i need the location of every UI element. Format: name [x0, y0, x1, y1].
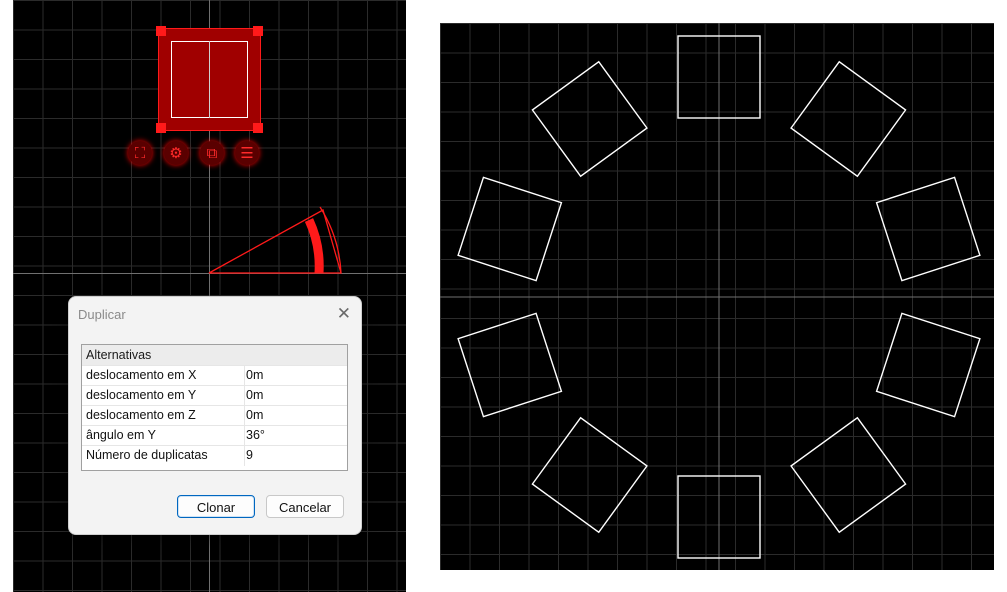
duplicated-square[interactable]	[531, 416, 648, 534]
clone-button[interactable]: Clonar	[177, 495, 255, 518]
column-separator	[244, 386, 245, 406]
duplicated-square[interactable]	[457, 176, 563, 282]
column-separator	[244, 446, 245, 466]
property-name: ângulo em Y	[86, 428, 156, 442]
property-value-input[interactable]: 0m	[246, 388, 263, 402]
property-row[interactable]: deslocamento em X 0m	[82, 365, 347, 386]
column-separator	[244, 406, 245, 426]
property-row[interactable]: Número de duplicatas 9	[82, 445, 347, 466]
column-separator	[244, 366, 245, 386]
cancel-button[interactable]: Cancelar	[266, 495, 344, 518]
dialog-title: Duplicar	[78, 307, 126, 322]
property-value-input[interactable]: 0m	[246, 368, 263, 382]
duplicated-square[interactable]	[875, 312, 981, 418]
duplicates-ring	[440, 23, 994, 570]
property-row[interactable]: deslocamento em Y 0m	[82, 385, 347, 406]
duplicated-square[interactable]	[457, 312, 563, 418]
duplicated-square[interactable]	[875, 176, 981, 282]
duplicate-dialog: Duplicar ✕ Alternativas deslocamento em …	[68, 296, 362, 535]
column-separator	[244, 426, 245, 446]
duplicated-square[interactable]	[790, 416, 907, 534]
property-row[interactable]: ângulo em Y 36°	[82, 425, 347, 446]
property-value-input[interactable]: 36°	[246, 428, 265, 442]
property-row[interactable]: deslocamento em Z 0m	[82, 405, 347, 426]
property-name: Número de duplicatas	[86, 448, 208, 462]
result-viewport[interactable]	[440, 23, 994, 570]
property-value-input[interactable]: 9	[246, 448, 253, 462]
property-value-input[interactable]: 0m	[246, 408, 263, 422]
duplicated-square[interactable]	[790, 60, 907, 178]
property-name: deslocamento em Z	[86, 408, 196, 422]
close-icon[interactable]: ✕	[337, 304, 351, 324]
property-name: deslocamento em X	[86, 368, 197, 382]
property-name: deslocamento em Y	[86, 388, 197, 402]
property-section-header[interactable]: Alternativas	[82, 345, 347, 365]
dialog-titlebar[interactable]: Duplicar ✕	[69, 297, 361, 331]
property-grid: Alternativas deslocamento em X 0m desloc…	[81, 344, 348, 471]
duplicated-square[interactable]	[531, 60, 648, 178]
